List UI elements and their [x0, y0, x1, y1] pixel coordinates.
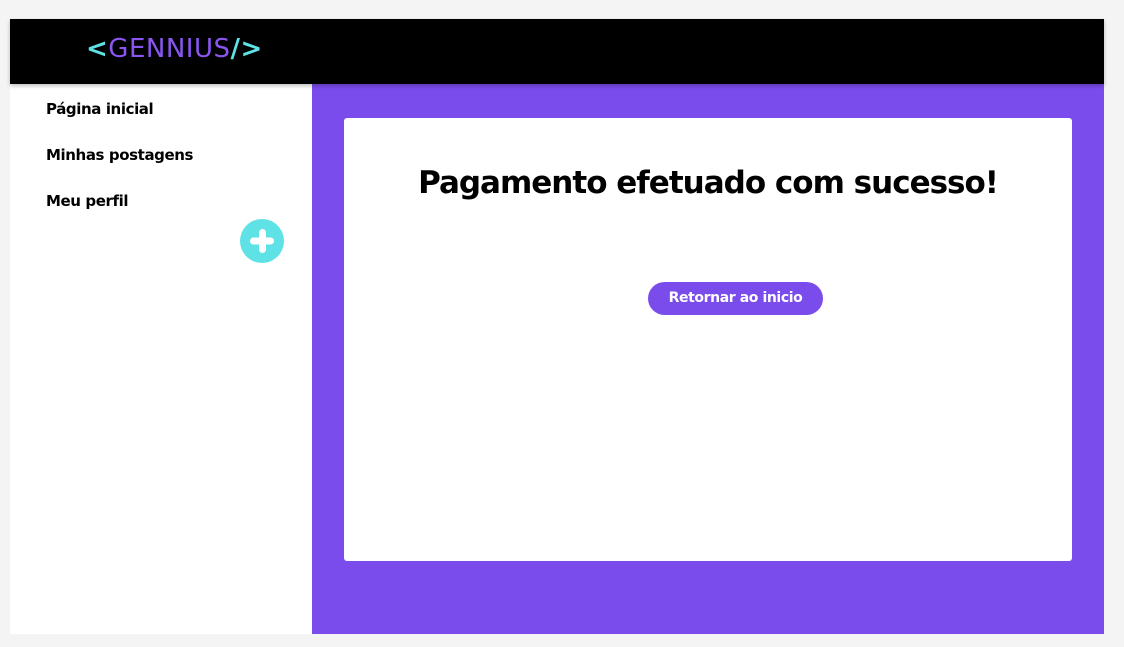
sidebar: Página inicial Minhas postagens Meu perf…	[10, 84, 312, 634]
success-card: Pagamento efetuado com sucesso! Retornar…	[344, 118, 1072, 561]
app-window: <GENNIUS/> Página inicial Minhas postage…	[10, 19, 1104, 634]
logo-name: GENNIUS	[108, 34, 231, 64]
add-post-button[interactable]	[240, 219, 284, 263]
return-home-button[interactable]: Retornar ao inicio	[648, 282, 823, 315]
main-content: Pagamento efetuado com sucesso! Retornar…	[312, 84, 1104, 634]
logo-close-bracket: />	[230, 34, 263, 64]
sidebar-item-my-posts[interactable]: Minhas postagens	[46, 146, 193, 164]
logo-open-bracket: <	[86, 34, 109, 64]
sidebar-item-my-profile[interactable]: Meu perfil	[46, 192, 129, 210]
top-navbar: <GENNIUS/>	[10, 19, 1104, 84]
logo[interactable]: <GENNIUS/>	[86, 32, 263, 66]
success-message: Pagamento efetuado com sucesso!	[418, 165, 999, 201]
plus-icon	[250, 229, 274, 253]
sidebar-item-home[interactable]: Página inicial	[46, 100, 154, 118]
